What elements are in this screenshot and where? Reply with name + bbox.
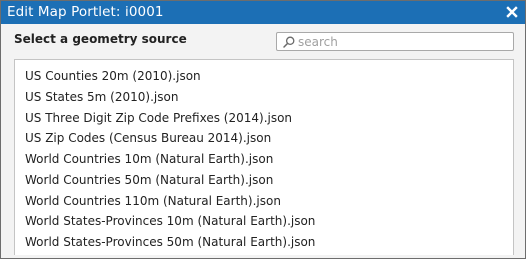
close-button[interactable] — [503, 3, 521, 21]
list-item[interactable]: World Countries 110m (Natural Earth).jso… — [25, 194, 281, 209]
close-icon — [506, 6, 518, 18]
list-item[interactable]: World States-Provinces 10m (Natural Eart… — [25, 214, 315, 229]
dialog-body: Select a geometry source US Counties 20m… — [1, 24, 525, 258]
search-input[interactable] — [298, 33, 510, 50]
list-item[interactable]: US Three Digit Zip Code Prefixes (2014).… — [25, 111, 292, 126]
edit-map-portlet-dialog: Edit Map Portlet: i0001 Select a geometr… — [0, 0, 526, 259]
list-item[interactable]: World States-Provinces 50m (Natural Eart… — [25, 235, 315, 250]
dialog-title: Edit Map Portlet: i0001 — [7, 4, 164, 20]
geometry-source-label: Select a geometry source — [14, 32, 187, 46]
list-item[interactable]: US Zip Codes (Census Bureau 2014).json — [25, 131, 271, 146]
search-box[interactable] — [276, 32, 514, 51]
list-item[interactable]: World Countries 50m (Natural Earth).json — [25, 173, 273, 188]
geometry-source-list[interactable]: US Counties 20m (2010).json US States 5m … — [14, 59, 514, 255]
search-icon — [283, 36, 295, 48]
dialog-titlebar[interactable]: Edit Map Portlet: i0001 — [1, 1, 525, 24]
list-item[interactable]: World Countries 10m (Natural Earth).json — [25, 152, 273, 167]
list-item[interactable]: US Counties 20m (2010).json — [25, 69, 201, 84]
list-item[interactable]: US States 5m (2010).json — [25, 90, 178, 105]
